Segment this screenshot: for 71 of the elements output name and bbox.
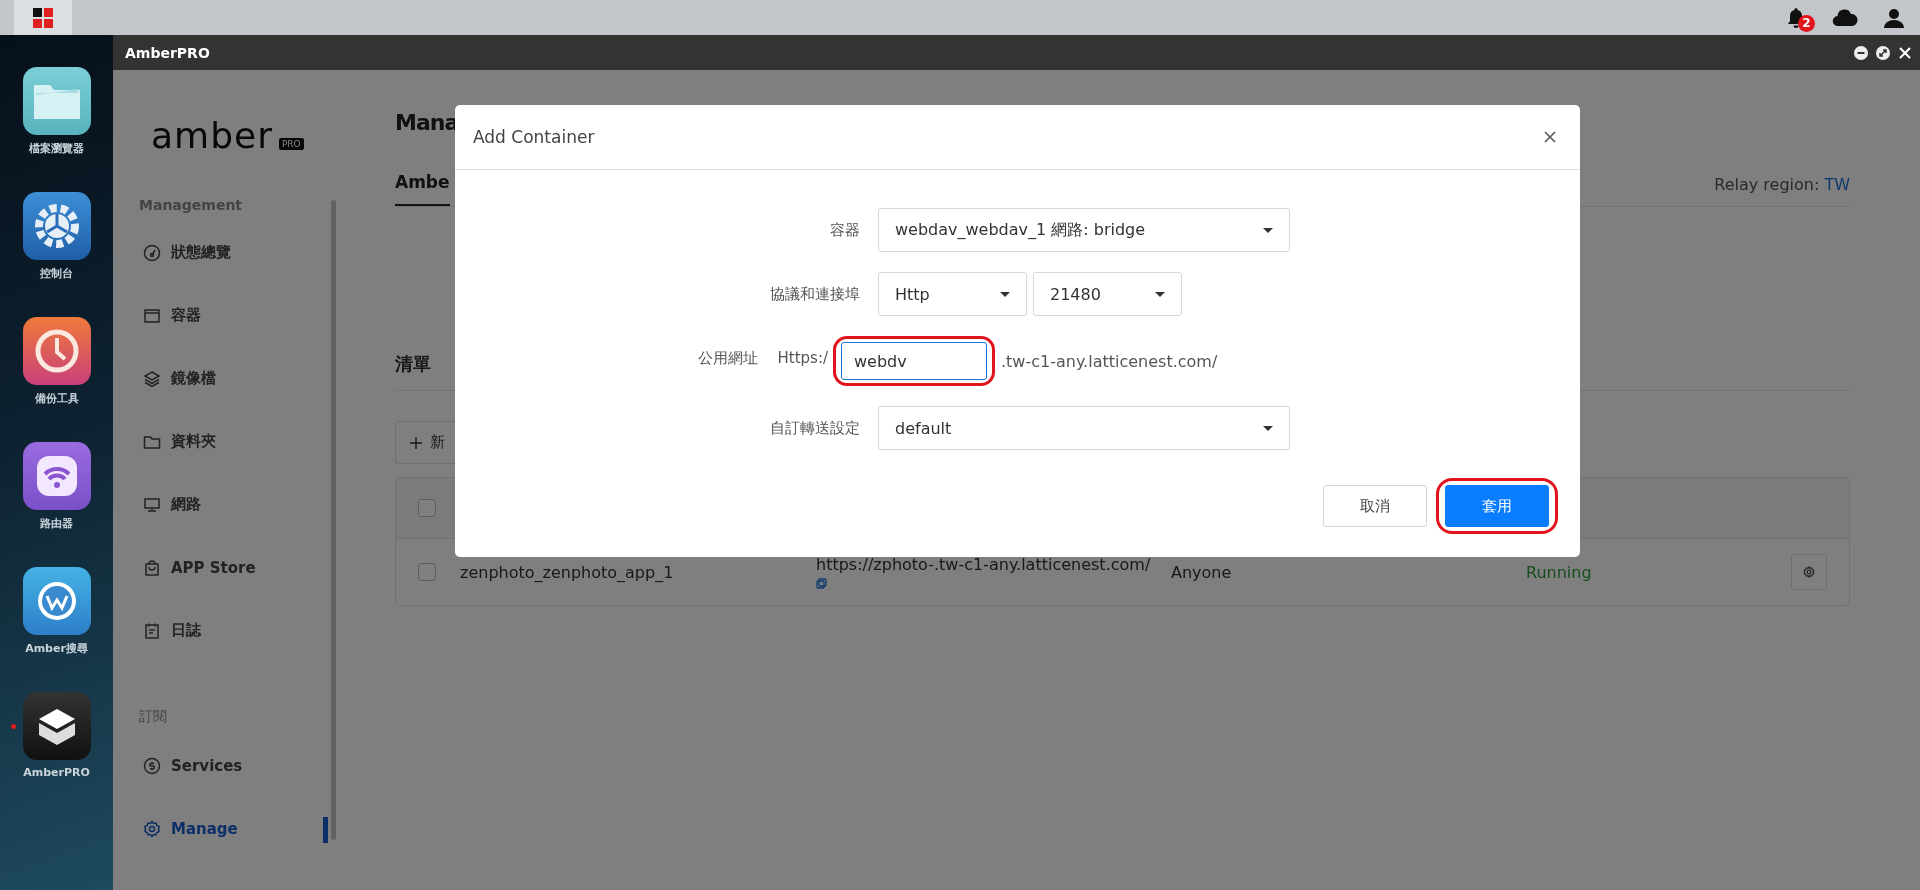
start-button[interactable] — [14, 0, 72, 35]
field-label: 自訂轉送設定 — [770, 418, 860, 438]
bag-icon — [143, 558, 161, 577]
box-icon — [143, 306, 161, 325]
status-text: Running — [1526, 562, 1593, 582]
calendar-icon — [143, 621, 161, 640]
relay-label: Relay region: — [1714, 175, 1820, 194]
sidebar-item[interactable]: 日誌 — [113, 599, 340, 662]
close-icon[interactable] — [1544, 131, 1556, 143]
plus-icon — [410, 436, 422, 449]
tab[interactable]: Ambe — [395, 172, 450, 206]
app-icon[interactable] — [22, 442, 91, 510]
minimize-icon[interactable] — [1854, 45, 1868, 60]
gear-icon — [143, 819, 161, 838]
url-prefix: Https:/ — [777, 349, 828, 367]
sidebar-item[interactable]: 資料夾 — [113, 410, 340, 473]
field-label: 協議和連接埠 — [770, 284, 860, 304]
section-heading: 訂閱 — [138, 708, 168, 726]
app-label: AmberPRO — [23, 766, 90, 779]
checkbox[interactable] — [418, 563, 436, 581]
sidebar-item[interactable]: Services — [113, 734, 340, 797]
sidebar-item[interactable]: 狀態總覽 — [113, 221, 340, 284]
apply-button[interactable]: 套用 — [1445, 485, 1549, 527]
app-label: 路由器 — [40, 516, 73, 531]
user-icon[interactable] — [1884, 7, 1904, 28]
settings-button[interactable] — [1791, 554, 1827, 590]
sidebar-item[interactable]: 網路 — [113, 473, 340, 536]
app-icon[interactable] — [22, 692, 91, 760]
section-heading: Management — [138, 197, 244, 213]
app-label: Amber搜尋 — [25, 641, 88, 656]
grid-icon — [33, 7, 53, 28]
sidebar-item[interactable]: 鏡像檔 — [113, 347, 340, 410]
dialog-title: Add Container — [473, 127, 595, 147]
table-cell-text: Anyone — [1171, 562, 1233, 582]
cancel-button[interactable]: 取消 — [1323, 485, 1427, 527]
field-label: 容器 — [830, 220, 860, 240]
app-label: 備份工具 — [34, 391, 79, 406]
gauge-icon — [143, 243, 161, 262]
select-field[interactable]: 21480 — [1033, 272, 1182, 316]
copy-icon[interactable] — [816, 578, 827, 589]
dollar-icon — [143, 756, 161, 775]
list-title: 清單 — [395, 353, 431, 374]
relay-region-link[interactable]: TW — [1824, 175, 1850, 194]
app-icon[interactable] — [22, 317, 91, 385]
monitor-icon — [143, 495, 161, 514]
restore-icon[interactable] — [1876, 45, 1890, 60]
cloud-icon[interactable] — [1832, 8, 1858, 27]
app-label: 控制台 — [40, 266, 73, 281]
field-label: 公用網址 — [697, 348, 758, 368]
sidebar-item[interactable]: 容器 — [113, 284, 340, 347]
select-field[interactable]: default — [878, 406, 1290, 450]
app-icon[interactable] — [22, 192, 91, 260]
pro-badge: PRO — [278, 138, 304, 150]
url-suffix: .tw-c1-any.latticenest.com/ — [1001, 351, 1218, 371]
app-icon[interactable] — [22, 67, 91, 135]
app-icon[interactable] — [22, 567, 91, 635]
select-field[interactable]: webdav_webdav_1 網路: bridge — [878, 208, 1290, 252]
selection-indicator — [323, 817, 328, 843]
gear-icon — [1803, 566, 1815, 578]
window-title: AmberPRO — [125, 44, 210, 61]
sidebar-item[interactable]: APP Store — [113, 536, 340, 599]
url-link[interactable]: https://zphoto-.tw-c1-any.latticenest.com/ — [816, 555, 1151, 574]
select-field[interactable]: Http — [878, 272, 1027, 316]
checkbox[interactable] — [418, 499, 436, 517]
amber-logo: amber — [151, 118, 273, 154]
notification-count: 2 — [1798, 14, 1815, 32]
sidebar-item[interactable]: Manage — [113, 797, 340, 860]
app-label: 檔案瀏覽器 — [29, 141, 84, 156]
layers-icon — [143, 369, 161, 388]
table-cell-text: zenphoto_zenphoto_app_1 — [460, 562, 675, 582]
subdomain-input[interactable]: webdv — [841, 342, 987, 380]
